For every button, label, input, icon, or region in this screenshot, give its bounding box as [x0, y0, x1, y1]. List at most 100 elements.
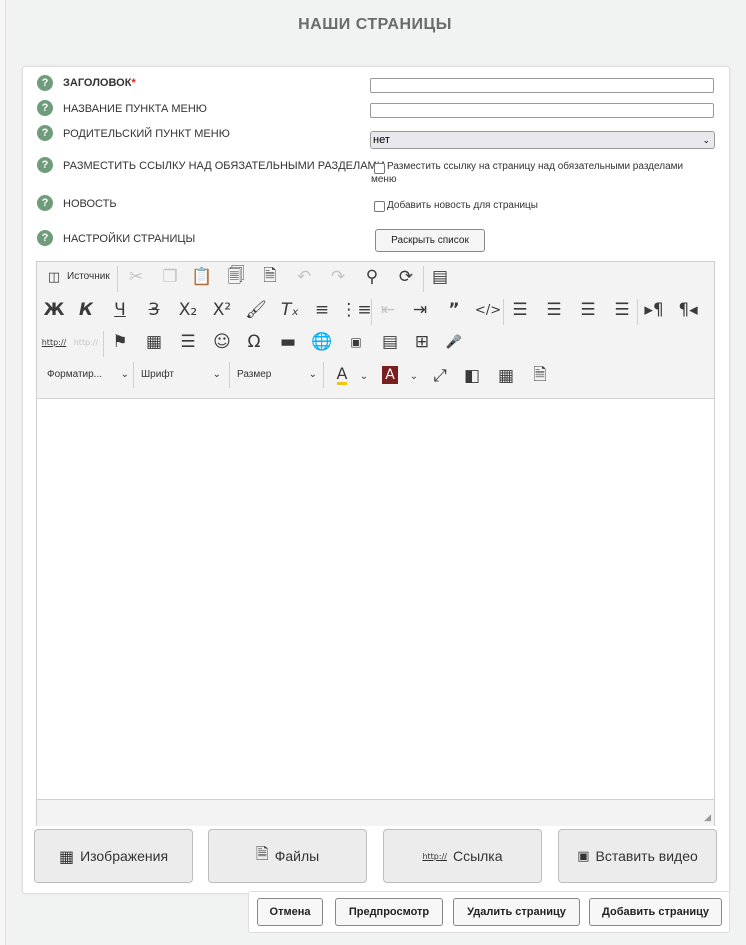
place-link-checkbox-label-cont: меню — [371, 174, 397, 185]
show-blocks-icon[interactable]: ◧ — [459, 363, 485, 389]
select-all-icon[interactable]: ▤ — [427, 264, 453, 290]
place-link-checkbox-label: Разместить ссылку на страницу над обязат… — [387, 161, 684, 172]
smiley-icon[interactable]: ☺ — [209, 329, 235, 355]
paste-word-icon[interactable]: 🗎 — [257, 264, 283, 290]
copy-format-icon[interactable]: 🖌 — [243, 297, 269, 323]
blockquote-icon[interactable]: ” — [441, 297, 467, 323]
page-break-icon[interactable]: ▬ — [275, 329, 301, 355]
toolbar-separator — [503, 299, 504, 325]
files-button[interactable]: 🗎 Файлы — [208, 829, 367, 883]
align-right-icon[interactable]: ☰ — [575, 297, 601, 323]
news-checkbox-label: Добавить новость для страницы — [387, 200, 538, 211]
outdent-icon[interactable]: ⇤ — [375, 297, 401, 323]
table-icon[interactable]: ▦ — [141, 329, 167, 355]
form-panel: ? ЗАГОЛОВОК* ? НАЗВАНИЕ ПУНКТА МЕНЮ ? РО… — [22, 66, 730, 894]
toolbar-separator — [229, 362, 230, 388]
align-center-icon[interactable]: ☰ — [541, 297, 567, 323]
files-button-label: Файлы — [274, 848, 320, 864]
page-title: НАШИ СТРАНИЦЫ — [298, 16, 452, 33]
format-combo[interactable]: Форматир... ⌄ — [47, 363, 129, 387]
video-icon: ▣ — [577, 848, 590, 864]
paste-text-icon[interactable]: 🗐 — [223, 264, 249, 290]
parent-menu-select[interactable]: нет ⌄ — [370, 131, 715, 149]
help-icon[interactable]: ? — [37, 75, 53, 91]
toolbar-separator — [133, 362, 134, 388]
chevron-down-icon[interactable]: ⌄ — [351, 363, 377, 389]
source-icon[interactable]: ◫ — [41, 264, 67, 290]
help-icon[interactable]: ? — [37, 125, 53, 141]
align-justify-icon[interactable]: ☰ — [609, 297, 635, 323]
templates-icon[interactable]: ▤ — [377, 329, 403, 355]
ltr-icon[interactable]: ▸¶ — [641, 297, 667, 323]
cancel-button[interactable]: Отмена — [257, 898, 323, 926]
link-button[interactable]: http:// Ссылка — [383, 829, 542, 883]
toolbar-row-3: http:// http:// ⚑ ▦ ☰ ☺ Ω ▬ 🌐 ▣ ▤ ⊞ 🎤 — [41, 329, 711, 359]
background-color-icon[interactable]: A — [377, 362, 403, 388]
expand-list-button[interactable]: Раскрыть список — [375, 229, 485, 252]
news-checkbox[interactable] — [374, 201, 385, 212]
format-combo-label: Форматир... — [47, 369, 103, 380]
numbered-list-icon[interactable]: ≡ — [309, 297, 335, 323]
special-char-icon[interactable]: Ω — [241, 329, 267, 355]
document-icon[interactable]: 🗎 — [527, 363, 553, 389]
field-menu-name-label: НАЗВАНИЕ ПУНКТА МЕНЮ — [63, 103, 207, 115]
code-block-icon[interactable]: </> — [475, 297, 501, 323]
resize-handle-icon[interactable]: ◢ — [704, 813, 711, 823]
link-button-label: Ссылка — [452, 848, 503, 864]
chevron-down-icon: ⌄ — [212, 369, 221, 380]
toolbar-row-1: ◫ Источник ✂ ❐ 📋 🗐 🗎 ↶ ↷ ⚲ ⟳ ▤ — [41, 264, 711, 294]
align-left-icon[interactable]: ☰ — [507, 297, 533, 323]
size-combo[interactable]: Размер ⌄ — [237, 363, 317, 387]
field-title-label-text: ЗАГОЛОВОК — [63, 77, 132, 89]
help-icon[interactable]: ? — [37, 230, 53, 246]
rtl-icon[interactable]: ¶◂ — [675, 297, 701, 323]
horizontal-line-icon[interactable]: ☰ — [175, 329, 201, 355]
subscript-icon[interactable]: X₂ — [175, 297, 201, 323]
search-icon[interactable]: ⚲ — [359, 264, 385, 290]
replace-icon[interactable]: ⟳ — [393, 264, 419, 290]
help-icon[interactable]: ? — [37, 100, 53, 116]
preview-button[interactable]: Предпросмотр — [335, 898, 443, 926]
chevron-down-icon[interactable]: ⌄ — [401, 363, 427, 389]
remove-format-icon[interactable]: Tₓ — [277, 297, 303, 323]
maximize-icon[interactable]: ⤢ — [427, 363, 453, 389]
iframe-globe-icon[interactable]: 🌐 — [309, 329, 335, 355]
toolbar-separator — [323, 362, 324, 388]
add-page-button[interactable]: Добавить страницу — [589, 898, 722, 926]
source-button-label[interactable]: Источник — [67, 271, 110, 282]
help-icon[interactable]: ? — [37, 157, 53, 173]
unlink-icon[interactable]: http:// — [73, 329, 99, 355]
copy-icon[interactable]: ❐ — [157, 264, 183, 290]
anchor-flag-icon[interactable]: ⚑ — [107, 329, 133, 355]
redo-icon[interactable]: ↷ — [325, 264, 351, 290]
toolbar-row-4: Форматир... ⌄ Шрифт ⌄ Размер ⌄ A ⌄ A ⌄ ⤢… — [41, 362, 711, 393]
bulleted-list-icon[interactable]: ⋮≡ — [340, 297, 371, 323]
required-mark: * — [131, 77, 136, 89]
toolbar-separator — [117, 266, 118, 292]
files-icon: 🗎 — [255, 843, 269, 863]
undo-icon[interactable]: ↶ — [291, 264, 317, 290]
paste-icon[interactable]: 📋 — [189, 264, 215, 290]
delete-page-button[interactable]: Удалить страницу — [453, 898, 580, 926]
insert-block-icon[interactable]: ⊞ — [409, 329, 435, 355]
strikethrough-icon[interactable]: З — [141, 297, 167, 323]
indent-icon[interactable]: ⇥ — [407, 297, 433, 323]
images-button[interactable]: ▦ Изображения — [34, 829, 193, 883]
cut-icon[interactable]: ✂ — [123, 264, 149, 290]
microphone-icon[interactable]: 🎤 — [441, 329, 467, 355]
menu-name-input[interactable] — [370, 103, 714, 118]
link-icon[interactable]: http:// — [41, 329, 67, 355]
insert-video-button[interactable]: ▣ Вставить видео — [558, 829, 717, 883]
font-combo[interactable]: Шрифт ⌄ — [141, 363, 221, 387]
toolbar-row-2: Ж К Ч З X₂ X² 🖌 Tₓ ≡ ⋮≡ ⇤ ⇥ ” </> ☰ ☰ ☰ … — [41, 297, 711, 327]
superscript-icon[interactable]: X² — [209, 297, 235, 323]
underline-icon[interactable]: Ч — [107, 297, 133, 323]
title-input[interactable] — [370, 78, 714, 93]
image-icon[interactable]: ▦ — [493, 363, 519, 389]
italic-icon[interactable]: К — [73, 297, 99, 323]
size-combo-label: Размер — [237, 369, 272, 380]
editor-content-area[interactable] — [37, 399, 714, 799]
video-embed-icon[interactable]: ▣ — [343, 329, 369, 355]
help-icon[interactable]: ? — [37, 195, 53, 211]
bold-icon[interactable]: Ж — [41, 297, 67, 323]
